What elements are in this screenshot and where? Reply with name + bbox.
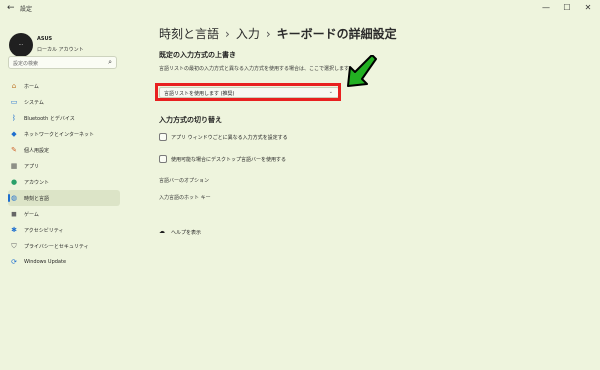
sidebar-item-label: アクセシビリティ (24, 228, 64, 234)
sidebar-item-label: システム (24, 100, 44, 106)
sidebar-item-label: アカウント (24, 180, 50, 186)
breadcrumb-input[interactable]: 入力 (236, 25, 260, 42)
breadcrumb-separator: › (225, 27, 230, 41)
accessibility-icon: ✱ (11, 226, 17, 234)
sidebar-item-label: アプリ (24, 164, 40, 170)
shield-icon: ⛉ (11, 242, 17, 250)
sidebar: ⋯ ASUS ローカル アカウント 設定の検索 ⌕ ⌂ ホーム ▭ システム ᛒ… (0, 18, 128, 370)
green-arrow-icon (347, 55, 377, 87)
monitor-icon: ▭ (10, 98, 18, 106)
sidebar-nav: ⌂ ホーム ▭ システム ᛒ Bluetooth とデバイス ◆ ネットワークと… (8, 78, 120, 270)
maximize-icon[interactable]: ☐ (561, 3, 573, 12)
help-icon: ☁ (159, 228, 165, 235)
breadcrumb-separator: › (265, 27, 271, 41)
close-icon[interactable]: ✕ (582, 3, 594, 12)
sidebar-item-time-language[interactable]: ◍ 時刻と言語 (8, 190, 120, 206)
avatar[interactable]: ⋯ (9, 33, 33, 57)
bluetooth-icon: ᛒ (11, 114, 17, 122)
language-bar-options-link[interactable]: 言語バーのオプション (159, 177, 209, 184)
apps-icon: ▦ (10, 162, 18, 170)
account-type: ローカル アカウント (37, 47, 84, 53)
desktop-language-bar-checkbox[interactable] (159, 155, 167, 163)
breadcrumb: 時刻と言語 › 入力 › キーボードの詳細設定 (159, 25, 397, 42)
settings-window: ← 設定 — ☐ ✕ ⋯ ASUS ローカル アカウント 設定の検索 ⌕ ⌂ ホ… (0, 0, 600, 370)
app-title: 設定 (20, 6, 33, 13)
search-input[interactable]: 設定の検索 ⌕ (8, 56, 117, 69)
page-title: キーボードの詳細設定 (276, 27, 397, 41)
search-placeholder: 設定の検索 (13, 61, 39, 67)
breadcrumb-time-language[interactable]: 時刻と言語 (159, 25, 219, 42)
sidebar-item-label: ゲーム (24, 212, 39, 218)
sidebar-item-network[interactable]: ◆ ネットワークとインターネット (8, 126, 120, 142)
sidebar-item-label: ホーム (24, 84, 39, 90)
sidebar-item-gaming[interactable]: ◼ ゲーム (8, 206, 120, 222)
red-highlight-box (155, 83, 341, 101)
sidebar-item-windows-update[interactable]: ⟳ Windows Update (8, 254, 120, 270)
gamepad-icon: ◼ (11, 210, 17, 218)
per-app-input-checkbox[interactable] (159, 133, 167, 141)
user-name: ASUS (37, 36, 53, 42)
section-title-override: 既定の入力方式の上書き (159, 51, 236, 59)
search-icon[interactable]: ⌕ (108, 58, 112, 67)
override-description: 言語リストの最初の入力方式と異なる入力方式を使用する場合は、ここで選択します (159, 66, 350, 72)
sidebar-item-label: Windows Update (24, 259, 67, 265)
help-label: ヘルプを表示 (171, 230, 202, 236)
brush-icon: ✎ (11, 146, 17, 154)
input-language-hotkeys-link[interactable]: 入力言語のホット キー (159, 194, 211, 201)
sidebar-item-accounts[interactable]: ● アカウント (8, 174, 120, 190)
back-arrow-icon[interactable]: ← (7, 3, 15, 13)
sidebar-item-privacy[interactable]: ⛉ プライバシーとセキュリティ (8, 238, 120, 254)
sidebar-item-accessibility[interactable]: ✱ アクセシビリティ (8, 222, 120, 238)
checkbox-label: アプリ ウィンドウごとに異なる入力方式を設定する (171, 135, 288, 141)
sidebar-item-home[interactable]: ⌂ ホーム (8, 78, 120, 94)
person-icon: ● (10, 178, 18, 186)
checkbox-label: 使用可能な場合にデスクトップ言語バーを使用する (171, 157, 287, 163)
update-icon: ⟳ (11, 258, 17, 266)
wifi-icon: ◆ (11, 130, 17, 138)
home-icon: ⌂ (11, 82, 17, 90)
sidebar-item-personalization[interactable]: ✎ 個人用設定 (8, 142, 120, 158)
globe-clock-icon: ◍ (10, 194, 18, 202)
title-bar: ← 設定 — ☐ ✕ (0, 0, 600, 18)
sidebar-item-label: プライバシーとセキュリティ (24, 244, 89, 250)
sidebar-item-label: 時刻と言語 (24, 196, 50, 202)
sidebar-item-label: 個人用設定 (24, 148, 50, 154)
sidebar-item-label: ネットワークとインターネット (24, 132, 95, 138)
sidebar-item-bluetooth[interactable]: ᛒ Bluetooth とデバイス (8, 110, 120, 126)
sidebar-item-apps[interactable]: ▦ アプリ (8, 158, 120, 174)
sidebar-item-label: Bluetooth とデバイス (24, 116, 75, 122)
section-title-switching: 入力方式の切り替え (159, 116, 222, 124)
minimize-icon[interactable]: — (540, 3, 552, 12)
sidebar-item-system[interactable]: ▭ システム (8, 94, 120, 110)
